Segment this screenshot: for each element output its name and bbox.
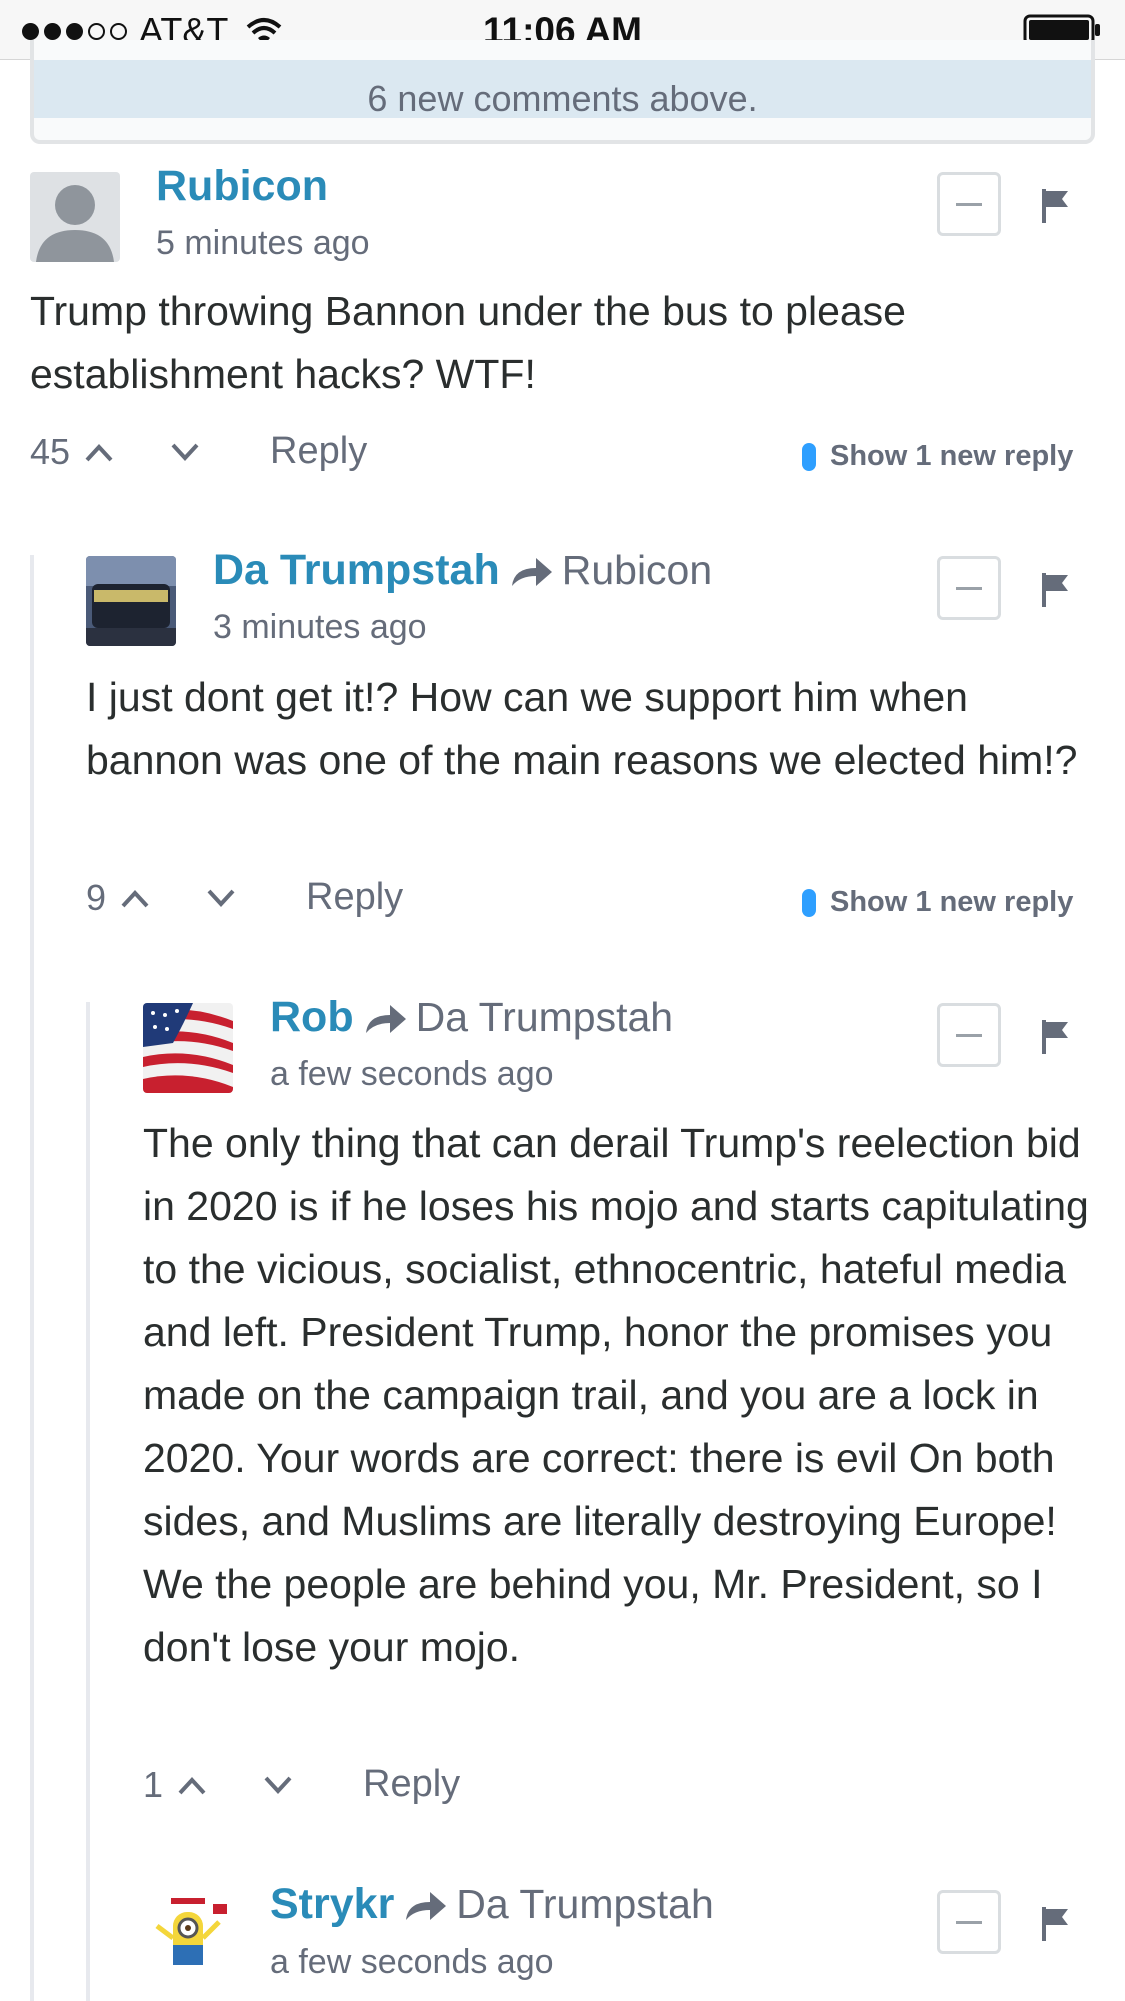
collapse-icon[interactable] (937, 1003, 1001, 1067)
flag-icon[interactable] (1040, 1020, 1070, 1054)
collapse-icon[interactable] (937, 172, 1001, 236)
bumper-sticker-avatar (86, 556, 176, 646)
downvote-icon[interactable] (170, 441, 200, 463)
author-name[interactable]: Strykr (270, 1880, 394, 1929)
comment-timestamp[interactable]: a few seconds ago (270, 1055, 554, 1094)
parent-author-link[interactable]: Da Trumpstah (416, 994, 674, 1041)
author-name[interactable]: Da Trumpstah (213, 546, 500, 595)
vote-score: 9 (86, 876, 107, 918)
author-line: Strykr Da Trumpstah (270, 1880, 714, 1929)
author-name[interactable]: Rubicon (156, 162, 328, 211)
default-avatar-icon (36, 185, 114, 262)
comment-timestamp[interactable]: 3 minutes ago (213, 608, 427, 647)
flag-avatar (143, 1003, 233, 1093)
show-new-reply-button[interactable]: Show 1 new reply (802, 886, 1073, 919)
thread-line (86, 1002, 90, 2001)
avatar[interactable] (143, 1890, 233, 1980)
show-new-reply-button[interactable]: Show 1 new reply (802, 440, 1073, 473)
avatar[interactable] (86, 556, 176, 646)
downvote-icon[interactable] (263, 1774, 293, 1796)
author-line: Rob Da Trumpstah (270, 993, 673, 1042)
comment-body: The only thing that can derail Trump's r… (143, 1120, 1089, 1670)
new-reply-indicator (802, 442, 816, 471)
upvote-icon[interactable] (120, 887, 150, 909)
reply-button[interactable]: Reply (363, 1763, 460, 1806)
show-new-reply-label: Show 1 new reply (830, 886, 1074, 918)
avatar[interactable] (30, 172, 120, 262)
collapse-icon[interactable] (937, 1890, 1001, 1954)
upvote-icon[interactable] (84, 441, 114, 463)
downvote-icon[interactable] (206, 887, 236, 909)
reply-arrow-icon (511, 557, 552, 586)
new-reply-indicator (802, 888, 816, 917)
reply-arrow-icon (365, 1004, 406, 1033)
flag-icon[interactable] (1040, 189, 1070, 223)
reply-button[interactable]: Reply (306, 876, 403, 919)
vote-score: 45 (30, 430, 71, 472)
minion-avatar (143, 1890, 233, 1980)
vote-score: 1 (143, 1763, 164, 1805)
author-name[interactable]: Rob (270, 993, 354, 1042)
collapse-icon[interactable] (937, 556, 1001, 620)
flag-icon[interactable] (1040, 1907, 1070, 1941)
comment-timestamp[interactable]: 5 minutes ago (156, 224, 370, 263)
new-comments-banner[interactable]: 6 new comments above. (30, 40, 1095, 144)
thread-line (30, 555, 34, 2001)
parent-author-link[interactable]: Da Trumpstah (456, 1881, 714, 1928)
comment-timestamp[interactable]: a few seconds ago (270, 1943, 554, 1982)
avatar[interactable] (143, 1003, 233, 1093)
reply-button[interactable]: Reply (270, 430, 367, 473)
parent-author-link[interactable]: Rubicon (562, 547, 712, 594)
author-line: Da Trumpstah Rubicon (213, 546, 712, 595)
upvote-icon[interactable] (177, 1774, 207, 1796)
reply-arrow-icon (406, 1891, 447, 1920)
comment-footer: 45 Reply (30, 430, 367, 473)
show-new-reply-label: Show 1 new reply (830, 440, 1074, 472)
comment-footer: 1 Reply (143, 1763, 460, 1806)
author-line: Rubicon (156, 162, 328, 211)
comment-body: I just dont get it!? How can we support … (86, 674, 1078, 783)
banner-text: 6 new comments above. (367, 78, 758, 119)
flag-icon[interactable] (1040, 573, 1070, 607)
comment-footer: 9 Reply (86, 876, 403, 919)
comment-body: Trump throwing Bannon under the bus to p… (30, 288, 906, 397)
